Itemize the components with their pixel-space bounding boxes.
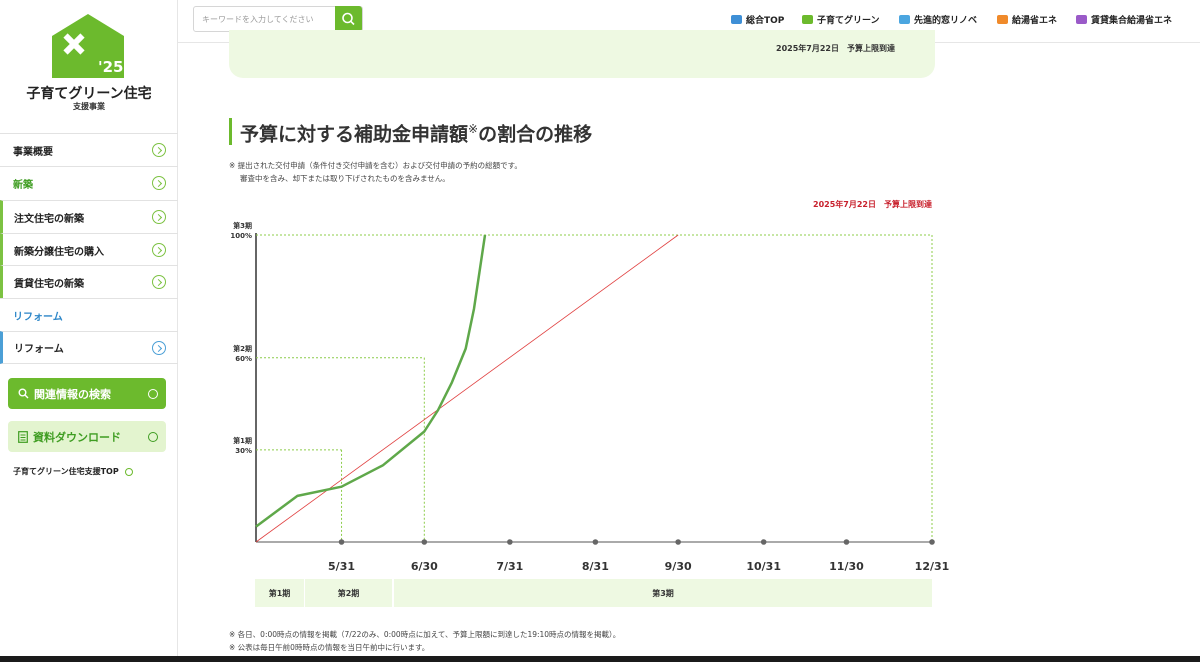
house-icon bbox=[997, 15, 1008, 24]
period-bar: 第1期 第2期 第3期 bbox=[255, 579, 932, 607]
reference-line bbox=[255, 234, 679, 543]
y-tick-value-label: 60% bbox=[235, 355, 252, 363]
period-1: 第1期 bbox=[255, 579, 305, 607]
sidebar: '25 子育てグリーン住宅 支援事業 事業概要 新築 注文住宅の新築 新築分譲住… bbox=[0, 0, 178, 662]
document-icon bbox=[18, 430, 28, 443]
sidebar-item-reform[interactable]: リフォーム bbox=[0, 331, 178, 364]
logo-title: 子育てグリーン住宅 bbox=[26, 86, 152, 102]
y-tick-value-label: 30% bbox=[235, 447, 252, 455]
section-title: 予算に対する補助金申請額※の割合の推移 bbox=[229, 118, 593, 146]
period-3: 第3期 bbox=[393, 579, 932, 607]
sidebar-item-built-for-sale[interactable]: 新築分譲住宅の購入 bbox=[0, 233, 178, 266]
nav-water-heater[interactable]: 給湯省エネ bbox=[997, 13, 1057, 26]
x-tick-label: 5/31 bbox=[328, 560, 355, 573]
sidebar-item-label: 新築 bbox=[13, 179, 33, 191]
x-tick-marker bbox=[421, 539, 428, 545]
nav-label: 給湯省エネ bbox=[1012, 16, 1058, 26]
x-tick-marker bbox=[592, 539, 599, 545]
nav-window-renovation[interactable]: 先進的窓リノベ bbox=[899, 13, 977, 26]
sidebar-item-new-build[interactable]: 新築 bbox=[0, 166, 178, 199]
x-tick-label: 12/31 bbox=[915, 560, 950, 573]
program-top-link-label: 子育てグリーン住宅支援TOP bbox=[13, 467, 119, 476]
x-tick-marker bbox=[843, 539, 850, 545]
search-input[interactable] bbox=[194, 7, 336, 31]
nav-label: 先進的窓リノベ bbox=[914, 16, 978, 26]
logo-house-icon[interactable]: '25 bbox=[52, 14, 124, 78]
x-tick-label: 8/31 bbox=[582, 560, 609, 573]
logo-subtitle: 支援事業 bbox=[73, 102, 105, 111]
related-search-button[interactable]: 関連情報の検索 bbox=[8, 378, 166, 409]
section-title-prefix: 予算に対する補助金申請額 bbox=[240, 123, 469, 146]
house-icon bbox=[802, 15, 813, 24]
house-icon bbox=[899, 15, 910, 24]
sidebar-item-label: リフォーム bbox=[14, 344, 64, 355]
chevron-right-icon bbox=[152, 210, 166, 224]
y-tick-period-label: 第3期 bbox=[233, 221, 252, 230]
plus-circle-icon bbox=[124, 467, 133, 476]
sidebar-item-label: 事業概要 bbox=[13, 146, 53, 158]
search-icon bbox=[18, 388, 29, 399]
sidebar-item-reform-heading[interactable]: リフォーム bbox=[0, 298, 178, 331]
chevron-right-icon bbox=[152, 176, 166, 190]
section-note-line1: ※ 提出された交付申請（条件付き交付申請を含む）および交付申請の予約の総額です。 bbox=[229, 161, 522, 170]
search-icon bbox=[342, 12, 355, 26]
status-banner-text: 2025年7月22日 予算上限到達 bbox=[776, 43, 895, 54]
status-banner: 2025年7月22日 予算上限到達 bbox=[229, 30, 935, 78]
period-2: 第2期 bbox=[305, 579, 393, 607]
x-tick-marker bbox=[338, 539, 345, 545]
section-title-mark: ※ bbox=[468, 122, 479, 136]
footnote-1: ※ 各日、0:00時点の情報を掲載（7/22のみ、0:00時点に加えて、予算上限… bbox=[229, 630, 621, 639]
nav-kosodate-green[interactable]: 子育てグリーン bbox=[802, 13, 880, 41]
sidebar-item-label: 新築分譲住宅の購入 bbox=[14, 246, 104, 258]
nav-label: 総合TOP bbox=[746, 16, 785, 26]
banner-date: 2025年7月22日 bbox=[776, 44, 839, 53]
footnote-2: ※ 公表は毎日午前0時時点の情報を当日午前中に行います。 bbox=[229, 643, 430, 652]
nav-label: 賃貸集合給湯省エネ bbox=[1091, 16, 1173, 26]
x-tick-label: 10/31 bbox=[746, 560, 781, 573]
chevron-right-icon bbox=[152, 243, 166, 257]
download-button[interactable]: 資料ダウンロード bbox=[8, 421, 166, 452]
taskbar bbox=[0, 656, 1200, 662]
budget-reached-label: 2025年7月22日 予算上限到達 bbox=[813, 200, 932, 209]
sidebar-item-rental-new[interactable]: 賃貸住宅の新築 bbox=[0, 265, 178, 298]
sidebar-item-label: 賃貸住宅の新築 bbox=[14, 278, 84, 290]
sidebar-item-overview[interactable]: 事業概要 bbox=[0, 133, 178, 166]
program-top-link[interactable]: 子育てグリーン住宅支援TOP bbox=[13, 466, 133, 477]
x-tick-label: 7/31 bbox=[496, 560, 523, 573]
budget-ratio-chart: 第1期 30% 第2期 60% 第3期 100% 5/31 6/30 7/31 8/31 9/30 1… bbox=[230, 221, 950, 573]
x-tick-marker bbox=[675, 539, 681, 545]
x-tick-marker bbox=[760, 539, 767, 545]
house-icon bbox=[731, 15, 742, 24]
nav-label: 子育てグリーン bbox=[817, 16, 880, 26]
related-search-label: 関連情報の検索 bbox=[34, 387, 111, 401]
x-tick-marker bbox=[507, 539, 513, 545]
search-submit-button[interactable] bbox=[335, 6, 362, 32]
sidebar-item-custom-house[interactable]: 注文住宅の新築 bbox=[0, 200, 178, 233]
x-tick-label: 6/30 bbox=[411, 560, 438, 573]
plus-circle-icon bbox=[148, 432, 158, 442]
search-box bbox=[193, 6, 363, 32]
series-line bbox=[255, 234, 487, 528]
y-tick-value-label: 100% bbox=[230, 232, 252, 240]
sidebar-item-label: 注文住宅の新築 bbox=[14, 213, 84, 225]
section-note: ※ 提出された交付申請（条件付き交付申請を含む）および交付申請の予約の総額です。… bbox=[229, 159, 522, 185]
chevron-right-icon bbox=[152, 341, 166, 355]
x-tick-marker bbox=[929, 539, 935, 545]
section-note-line2: 審査中を含み、却下または取り下げされたものを含みません。 bbox=[240, 174, 450, 183]
house-icon bbox=[1076, 15, 1087, 24]
banner-status: 予算上限到達 bbox=[847, 44, 895, 53]
nav-rental-water-heater[interactable]: 賃貸集合給湯省エネ bbox=[1076, 13, 1172, 26]
y-tick-period-label: 第1期 bbox=[233, 436, 252, 445]
chevron-right-icon bbox=[152, 275, 166, 289]
logo-year: '25 bbox=[98, 58, 123, 76]
x-tick-label: 9/30 bbox=[665, 560, 692, 573]
sidebar-item-label: リフォーム bbox=[13, 311, 63, 323]
x-tick-label: 11/30 bbox=[829, 560, 864, 573]
chevron-right-icon bbox=[152, 143, 166, 157]
section-title-suffix: の割合の推移 bbox=[478, 123, 593, 146]
nav-general-top[interactable]: 総合TOP bbox=[731, 13, 784, 26]
download-label: 資料ダウンロード bbox=[33, 430, 121, 444]
plus-circle-icon bbox=[148, 389, 158, 399]
y-tick-period-label: 第2期 bbox=[233, 344, 252, 353]
